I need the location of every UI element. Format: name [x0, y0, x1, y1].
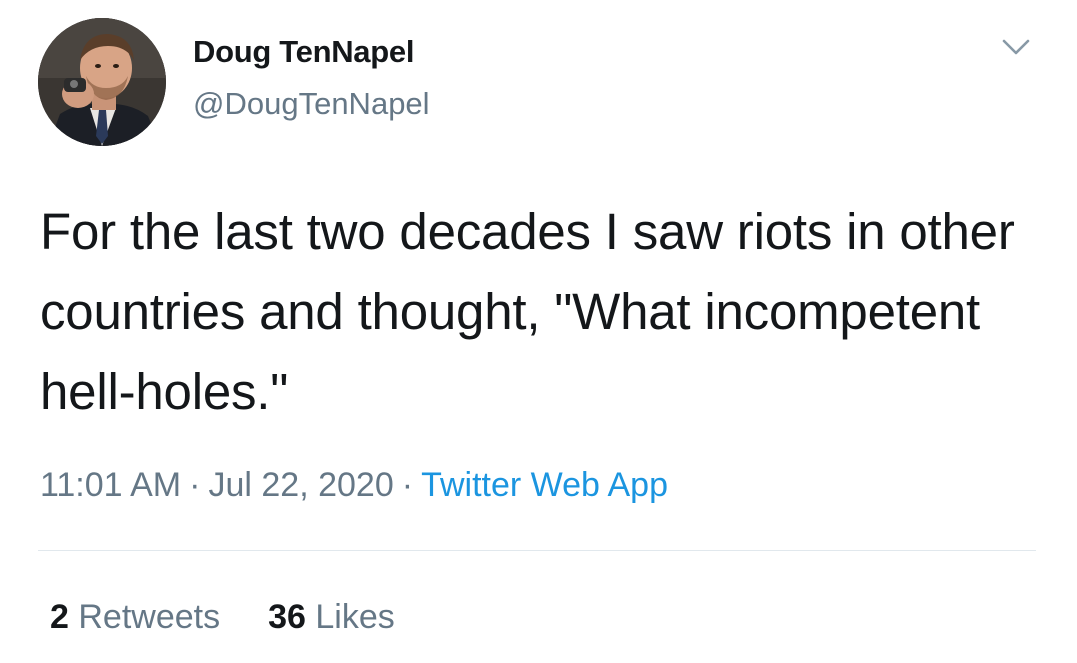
profile-photo-icon — [38, 18, 166, 146]
retweets-count: 2 — [50, 598, 69, 636]
meta-separator: · — [401, 466, 414, 504]
tweet-meta: 11:01 AM · Jul 22, 2020 · Twitter Web App — [40, 466, 668, 505]
tweet-card: Doug TenNapel @DougTenNapel For the last… — [0, 0, 1077, 663]
retweets-stat[interactable]: 2 Retweets — [50, 598, 220, 637]
tweet-source-link[interactable]: Twitter Web App — [421, 466, 668, 504]
meta-separator: · — [189, 466, 201, 504]
display-name[interactable]: Doug TenNapel — [193, 34, 414, 70]
divider — [38, 550, 1036, 551]
likes-count: 36 — [268, 598, 306, 636]
tweet-date[interactable]: Jul 22, 2020 — [208, 466, 393, 504]
likes-stat[interactable]: 36 Likes — [268, 598, 395, 637]
chevron-down-icon[interactable] — [1001, 36, 1031, 58]
retweets-label: Retweets — [78, 598, 221, 636]
tweet-stats: 2 Retweets 36 Likes — [50, 598, 395, 637]
tweet-text: For the last two decades I saw riots in … — [40, 203, 1015, 420]
user-handle[interactable]: @DougTenNapel — [193, 86, 430, 122]
tweet-time[interactable]: 11:01 AM — [40, 466, 181, 504]
avatar[interactable] — [38, 18, 166, 146]
likes-label: Likes — [315, 598, 395, 636]
